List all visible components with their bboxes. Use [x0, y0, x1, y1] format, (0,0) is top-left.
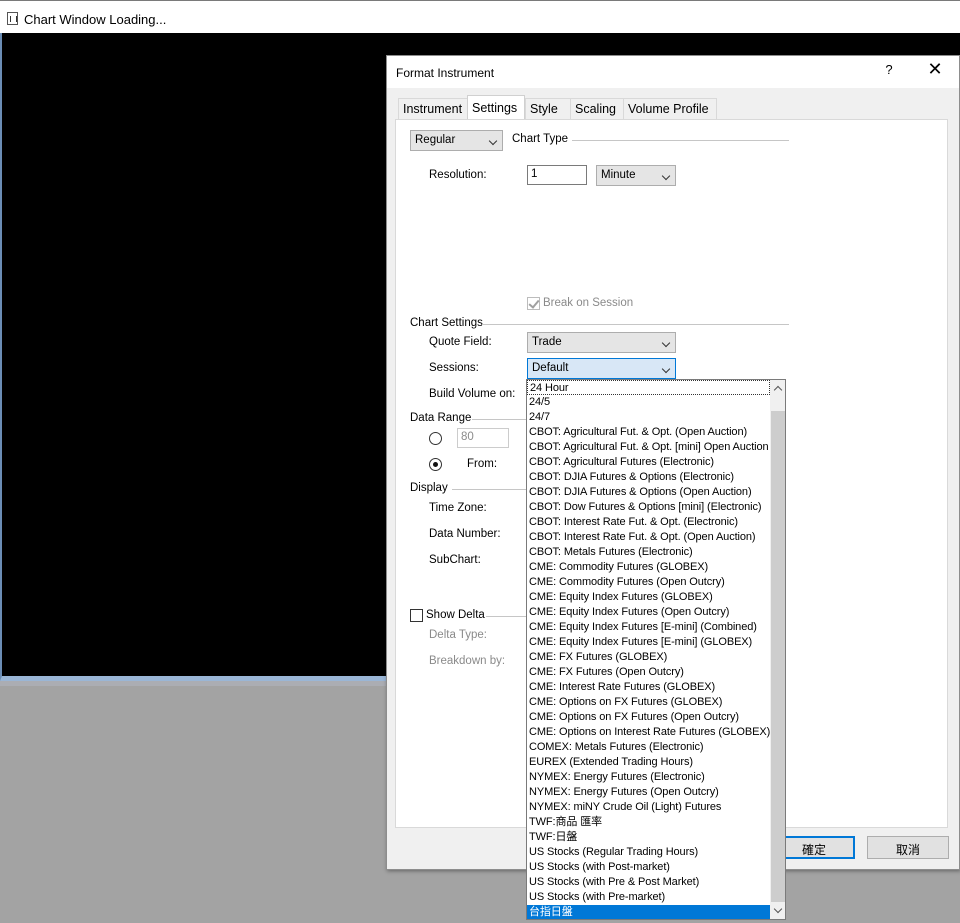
- session-option[interactable]: CBOT: Interest Rate Fut. & Opt. (Open Au…: [527, 530, 770, 545]
- divider: [472, 419, 528, 420]
- session-option[interactable]: NYMEX: miNY Crude Oil (Light) Futures: [527, 800, 770, 815]
- break-on-session-label: Break on Session: [543, 297, 634, 309]
- app-icon: [7, 12, 18, 25]
- session-option[interactable]: CME: FX Futures (GLOBEX): [527, 650, 770, 665]
- delta-type-label: Delta Type:: [429, 629, 487, 641]
- session-option[interactable]: EUREX (Extended Trading Hours): [527, 755, 770, 770]
- session-option[interactable]: 24/5: [527, 395, 770, 410]
- resolution-label: Resolution:: [429, 169, 487, 181]
- chart-settings-group-label: Chart Settings: [410, 317, 483, 329]
- close-icon[interactable]: ✕: [925, 59, 945, 79]
- quote-field-value: Trade: [532, 336, 562, 348]
- session-option[interactable]: CME: Commodity Futures (Open Outcry): [527, 575, 770, 590]
- tab-style[interactable]: Style: [525, 98, 571, 120]
- session-option[interactable]: US Stocks (with Post-market): [527, 860, 770, 875]
- display-group-label: Display: [410, 482, 448, 494]
- time-zone-label: Time Zone:: [429, 502, 487, 514]
- tab-volume-profile[interactable]: Volume Profile: [623, 98, 717, 120]
- tab-instrument[interactable]: Instrument: [398, 98, 468, 120]
- session-option[interactable]: CBOT: DJIA Futures & Options (Open Aucti…: [527, 485, 770, 500]
- tab-scaling[interactable]: Scaling: [570, 98, 624, 120]
- sessions-select[interactable]: Default: [527, 358, 676, 379]
- from-label: From:: [467, 458, 498, 470]
- divider: [486, 616, 528, 617]
- session-option[interactable]: NYMEX: Energy Futures (Open Outcry): [527, 785, 770, 800]
- cancel-button[interactable]: 取消: [867, 836, 949, 859]
- show-delta-label: Show Delta: [426, 609, 485, 621]
- dialog-title: Format Instrument: [396, 66, 495, 80]
- chart-type-select[interactable]: Regular: [410, 130, 503, 151]
- chart-type-label: Chart Type: [512, 133, 569, 145]
- chevron-down-icon: [661, 364, 671, 374]
- session-option[interactable]: CME: Commodity Futures (GLOBEX): [527, 560, 770, 575]
- session-option[interactable]: CBOT: Agricultural Fut. & Opt. (Open Auc…: [527, 425, 770, 440]
- show-delta-checkbox[interactable]: [410, 609, 423, 622]
- scroll-down-icon[interactable]: [770, 902, 785, 919]
- resolution-unit-value: Minute: [601, 169, 636, 181]
- chevron-down-icon: [661, 338, 671, 348]
- session-option[interactable]: US Stocks (with Pre-market): [527, 890, 770, 905]
- session-option[interactable]: CME: Equity Index Futures (Open Outcry): [527, 605, 770, 620]
- session-option[interactable]: CME: Options on FX Futures (GLOBEX): [527, 695, 770, 710]
- session-option[interactable]: 24/7: [527, 410, 770, 425]
- session-option[interactable]: US Stocks (Regular Trading Hours): [527, 845, 770, 860]
- session-option[interactable]: 24 Hour: [527, 380, 770, 395]
- quote-field-label: Quote Field:: [429, 336, 492, 348]
- divider: [482, 324, 789, 325]
- data-range-group-label: Data Range: [410, 412, 472, 424]
- session-option[interactable]: CME: Options on Interest Rate Futures (G…: [527, 725, 770, 740]
- break-on-session-checkbox[interactable]: [527, 297, 540, 310]
- tab-settings[interactable]: Settings: [467, 95, 525, 121]
- session-option[interactable]: CBOT: DJIA Futures & Options (Electronic…: [527, 470, 770, 485]
- help-button[interactable]: ?: [881, 62, 897, 77]
- chart-type-value: Regular: [415, 134, 456, 146]
- breakdown-label: Breakdown by:: [429, 655, 506, 667]
- session-option[interactable]: CBOT: Agricultural Fut. & Opt. [mini] Op…: [527, 440, 770, 455]
- divider: [572, 140, 789, 141]
- scroll-up-icon[interactable]: [770, 380, 785, 397]
- subchart-label: SubChart:: [429, 554, 481, 566]
- session-option[interactable]: CBOT: Metals Futures (Electronic): [527, 545, 770, 560]
- dialog-titlebar: Format Instrument ? ✕: [387, 56, 959, 88]
- build-volume-label: Build Volume on:: [429, 388, 516, 400]
- session-option[interactable]: CME: Equity Index Futures [E-mini] (Comb…: [527, 620, 770, 635]
- session-option[interactable]: CME: Equity Index Futures (GLOBEX): [527, 590, 770, 605]
- session-option[interactable]: COMEX: Metals Futures (Electronic): [527, 740, 770, 755]
- session-option[interactable]: US Stocks (with Pre & Post Market): [527, 875, 770, 890]
- quote-field-select[interactable]: Trade: [527, 332, 676, 353]
- session-option[interactable]: CBOT: Dow Futures & Options [mini] (Elec…: [527, 500, 770, 515]
- session-option[interactable]: TWF:商品 匯率: [527, 815, 770, 830]
- resolution-input[interactable]: 1: [527, 165, 587, 185]
- session-option[interactable]: NYMEX: Energy Futures (Electronic): [527, 770, 770, 785]
- scrollbar-thumb[interactable]: [771, 411, 785, 903]
- session-option[interactable]: CME: FX Futures (Open Outcry): [527, 665, 770, 680]
- sessions-dropdown-list[interactable]: 24 Hour 24/5 24/7 CBOT: Agricultural Fut. &…: [526, 379, 786, 920]
- main-window-titlebar: Chart Window Loading...: [0, 0, 960, 33]
- session-option[interactable]: TWF:日盤: [527, 830, 770, 845]
- session-option[interactable]: CME: Options on FX Futures (Open Outcry): [527, 710, 770, 725]
- resolution-unit-select[interactable]: Minute: [596, 165, 676, 186]
- divider: [452, 489, 528, 490]
- data-number-label: Data Number:: [429, 528, 501, 540]
- bars-radio[interactable]: [429, 432, 442, 445]
- from-radio[interactable]: [429, 458, 442, 471]
- sessions-value: Default: [532, 362, 569, 374]
- dropdown-scrollbar[interactable]: [770, 380, 785, 919]
- sessions-label: Sessions:: [429, 362, 479, 374]
- session-option[interactable]: CME: Interest Rate Futures (GLOBEX): [527, 680, 770, 695]
- main-window-title: Chart Window Loading...: [24, 12, 167, 27]
- session-option[interactable]: CBOT: Agricultural Futures (Electronic): [527, 455, 770, 470]
- session-option[interactable]: 台指日盤: [527, 905, 770, 919]
- session-option[interactable]: CME: Equity Index Futures [E-mini] (GLOB…: [527, 635, 770, 650]
- session-option[interactable]: CBOT: Interest Rate Fut. & Opt. (Electro…: [527, 515, 770, 530]
- chevron-down-icon: [488, 136, 498, 146]
- chevron-down-icon: [661, 171, 671, 181]
- bars-count-input[interactable]: 80: [457, 428, 509, 448]
